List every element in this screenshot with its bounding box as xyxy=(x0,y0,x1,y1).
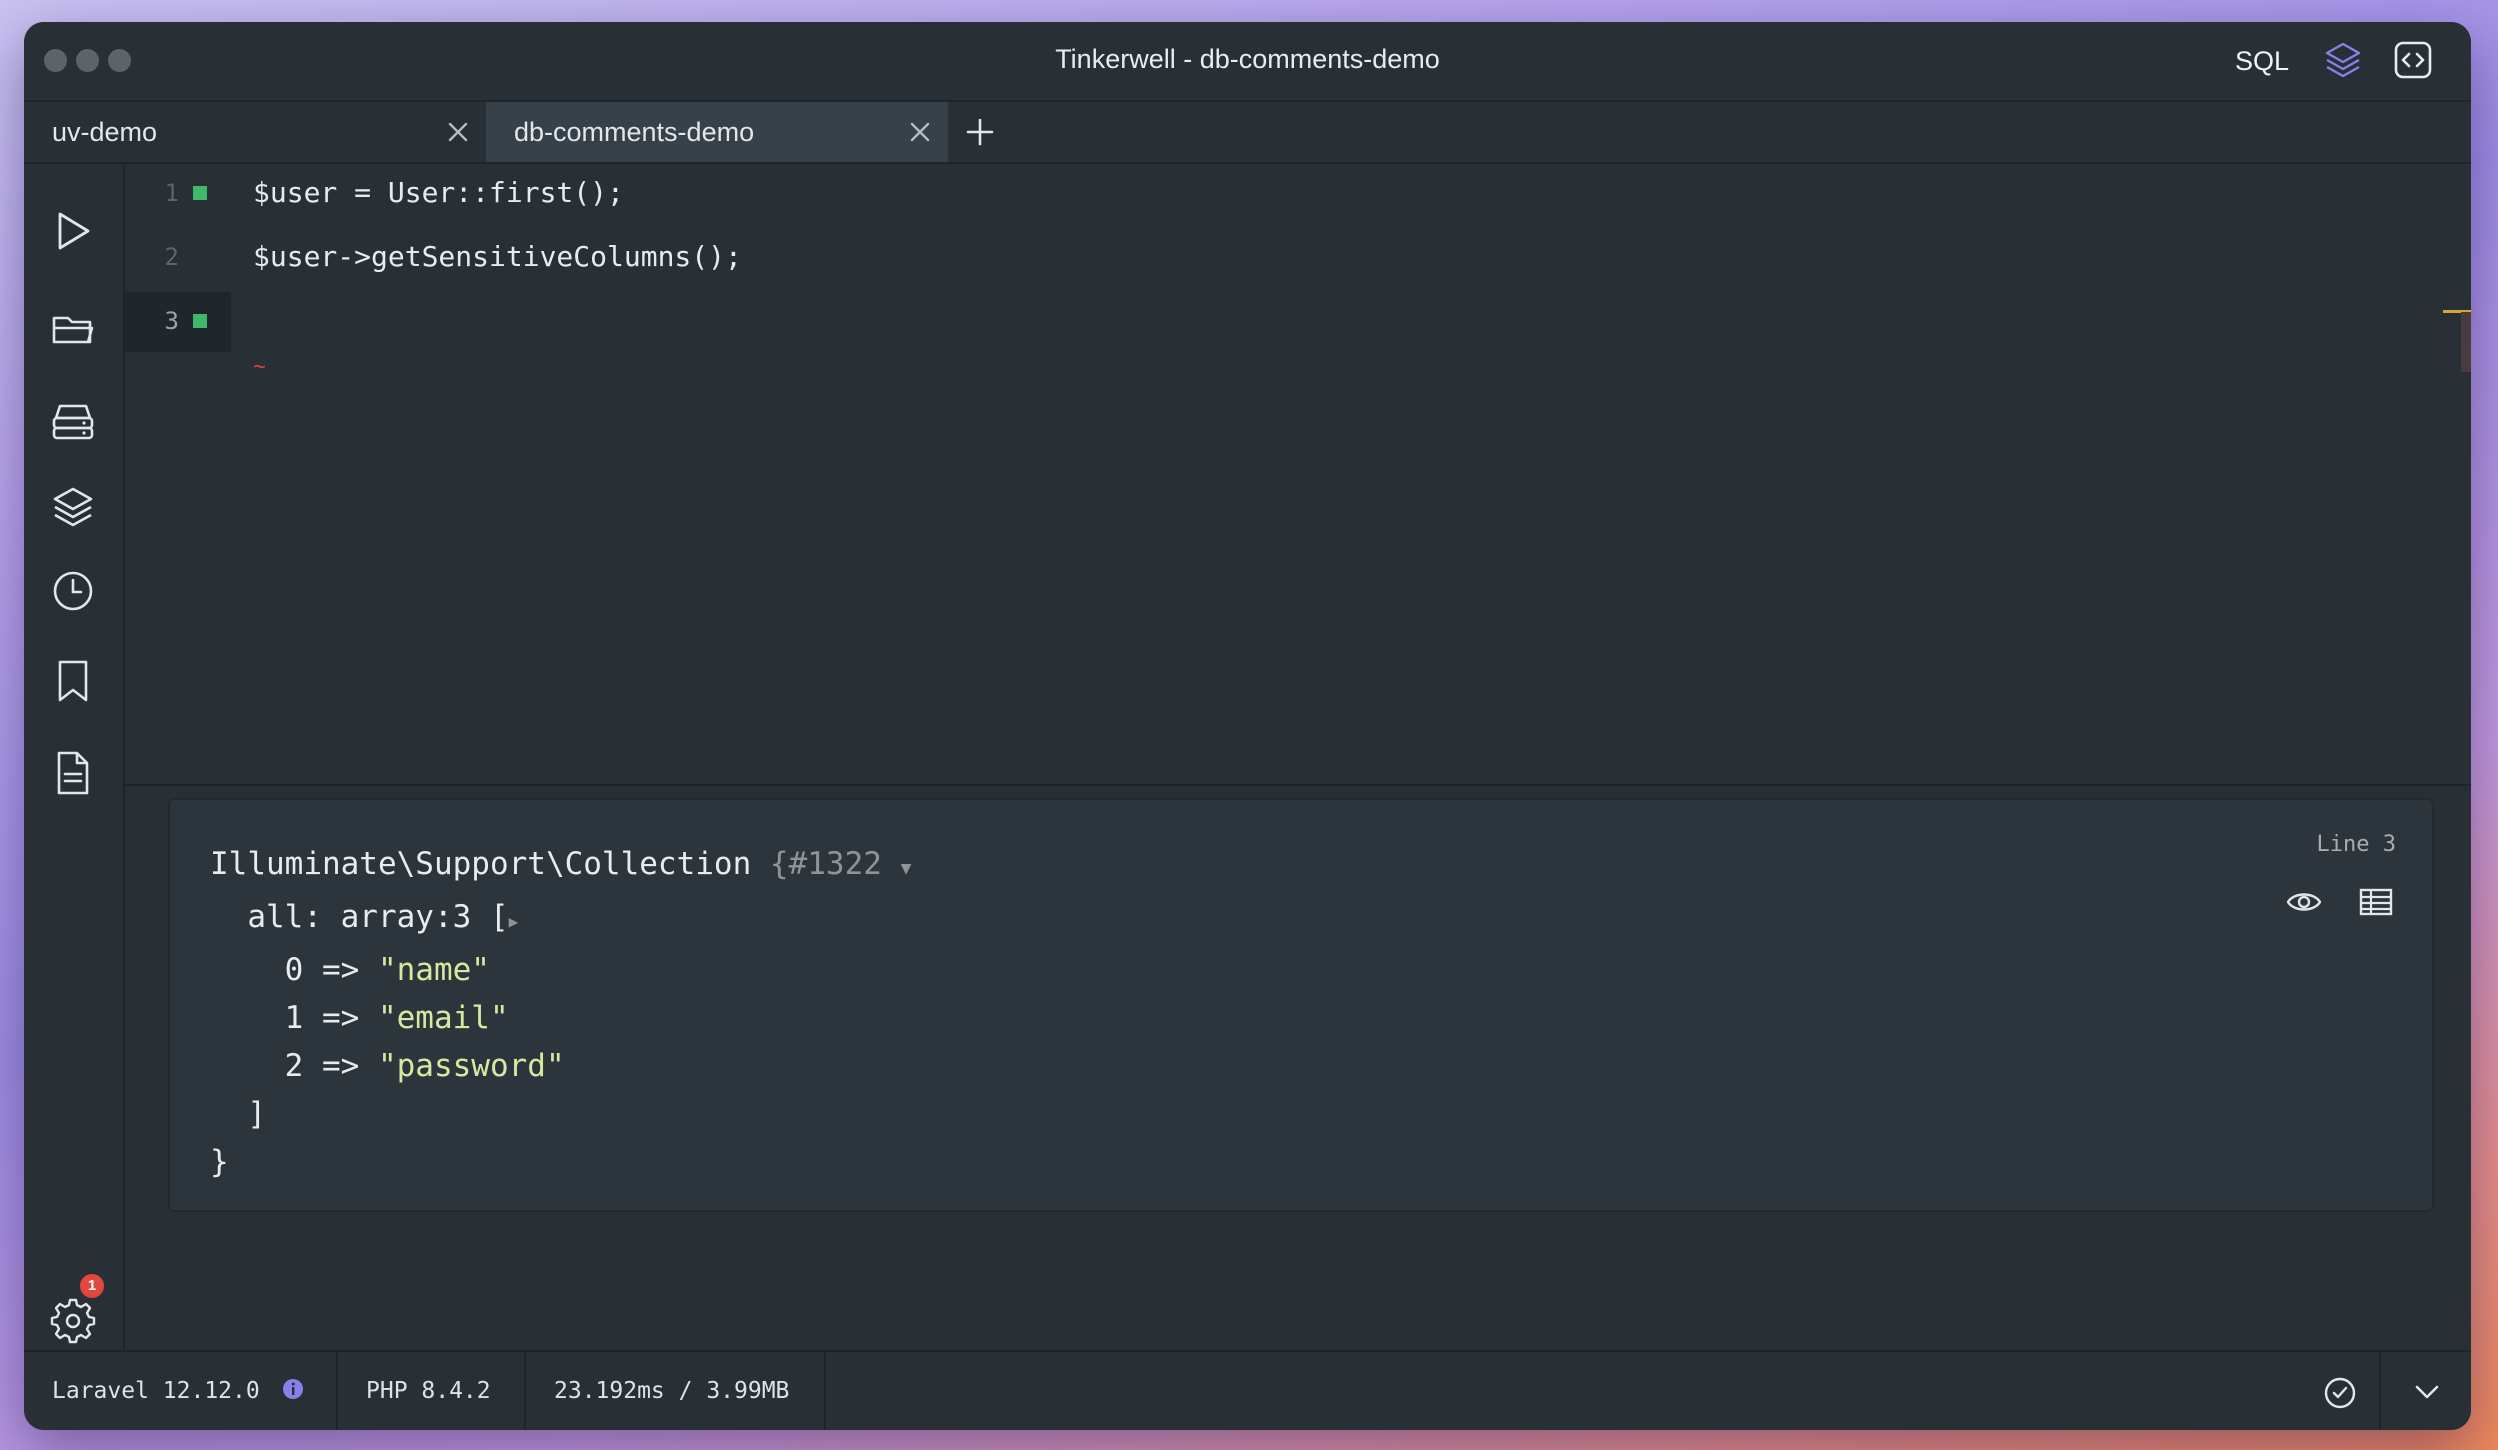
tab-uv-demo[interactable]: uv-demo xyxy=(24,102,486,162)
chevron-down-icon[interactable] xyxy=(2411,1376,2443,1408)
dump-output: Illuminate\Support\Collection {#1322 ▼ a… xyxy=(210,846,912,1180)
eye-icon[interactable] xyxy=(2284,882,2324,922)
settings-gear-icon[interactable] xyxy=(48,1294,98,1344)
line-number: 3 xyxy=(164,307,179,335)
folder-open-icon[interactable] xyxy=(48,304,98,354)
dump-value: "name" xyxy=(377,952,490,988)
sql-button[interactable]: SQL xyxy=(2235,46,2289,77)
plus-icon[interactable] xyxy=(964,116,996,148)
tab-db-comments-demo[interactable]: db-comments-demo xyxy=(486,102,948,162)
code-line-current: 3 xyxy=(125,292,231,352)
status-bar: Laravel 12.12.0 PHP 8.4.2 23.192ms / 3.9… xyxy=(24,1350,2471,1430)
close-icon[interactable] xyxy=(908,120,932,144)
object-id: {#1322 xyxy=(769,846,882,882)
execution-stats: 23.192ms / 3.99MB xyxy=(554,1378,790,1404)
status-separator xyxy=(2379,1352,2381,1430)
line-number: 1 xyxy=(164,179,179,207)
line-number: 2 xyxy=(164,243,179,271)
tab-bar: uv-demo db-comments-demo xyxy=(24,102,2471,164)
title-bar: Tinkerwell - db-comments-demo SQL xyxy=(24,22,2471,102)
table-view-icon[interactable] xyxy=(2356,882,2396,922)
dump-property: all: array:3 [ xyxy=(247,899,509,935)
history-clock-icon[interactable] xyxy=(48,566,98,616)
panel-divider[interactable] xyxy=(125,784,2471,786)
dump-value: "password" xyxy=(377,1048,565,1084)
code-text: $user->getSensitiveColumns(); xyxy=(253,240,742,273)
database-icon[interactable] xyxy=(48,396,98,446)
status-separator xyxy=(336,1352,338,1430)
scrollbar[interactable] xyxy=(2461,312,2471,372)
line-marker xyxy=(193,314,207,328)
run-icon[interactable] xyxy=(48,206,98,256)
notification-badge: 1 xyxy=(80,1274,104,1298)
dump-close-bracket: ] xyxy=(247,1096,266,1132)
code-line: 2 $user->getSensitiveColumns(); xyxy=(125,228,2471,288)
php-version: PHP 8.4.2 xyxy=(366,1378,491,1404)
status-separator xyxy=(824,1352,826,1430)
output-panel: Line 3 Illuminate\Support\Collection {#1… xyxy=(168,798,2434,1212)
dump-key: 2 xyxy=(284,1048,304,1084)
collapse-caret-icon[interactable]: ▼ xyxy=(901,858,912,879)
bookmark-icon[interactable] xyxy=(48,656,98,706)
line-marker xyxy=(193,186,207,200)
info-icon[interactable] xyxy=(282,1378,304,1400)
layers-icon[interactable] xyxy=(48,482,98,532)
dump-value: "email" xyxy=(377,1000,509,1036)
laravel-version-text: Laravel 12.12.0 xyxy=(52,1378,260,1404)
expand-caret-icon[interactable]: ▶ xyxy=(509,912,519,931)
layers-icon[interactable] xyxy=(2319,36,2367,84)
class-name: Illuminate\Support\Collection xyxy=(210,846,752,882)
status-separator xyxy=(524,1352,526,1430)
output-line-info: Line 3 xyxy=(2316,832,2396,857)
code-view-icon[interactable] xyxy=(2389,36,2437,84)
sidebar: 1 xyxy=(24,164,125,1350)
code-editor[interactable]: 1 $user = User::first(); 2 $user->getSen… xyxy=(125,164,2471,784)
code-text: $user = User::first(); xyxy=(253,176,624,209)
tab-label: db-comments-demo xyxy=(514,117,755,147)
dump-key: 1 xyxy=(284,1000,304,1036)
laravel-version: Laravel 12.12.0 xyxy=(52,1352,260,1430)
error-squiggle: ~ xyxy=(253,354,266,379)
dump-key: 0 xyxy=(284,952,304,988)
dump-close-brace: } xyxy=(210,1144,229,1180)
close-icon[interactable] xyxy=(446,120,470,144)
tab-label: uv-demo xyxy=(52,117,158,147)
code-line: 1 $user = User::first(); xyxy=(125,164,2471,224)
window-title: Tinkerwell - db-comments-demo xyxy=(1055,44,1440,74)
check-circle-icon[interactable] xyxy=(2323,1376,2357,1410)
app-window: Tinkerwell - db-comments-demo SQL uv-dem… xyxy=(24,22,2471,1430)
document-icon[interactable] xyxy=(48,748,98,798)
